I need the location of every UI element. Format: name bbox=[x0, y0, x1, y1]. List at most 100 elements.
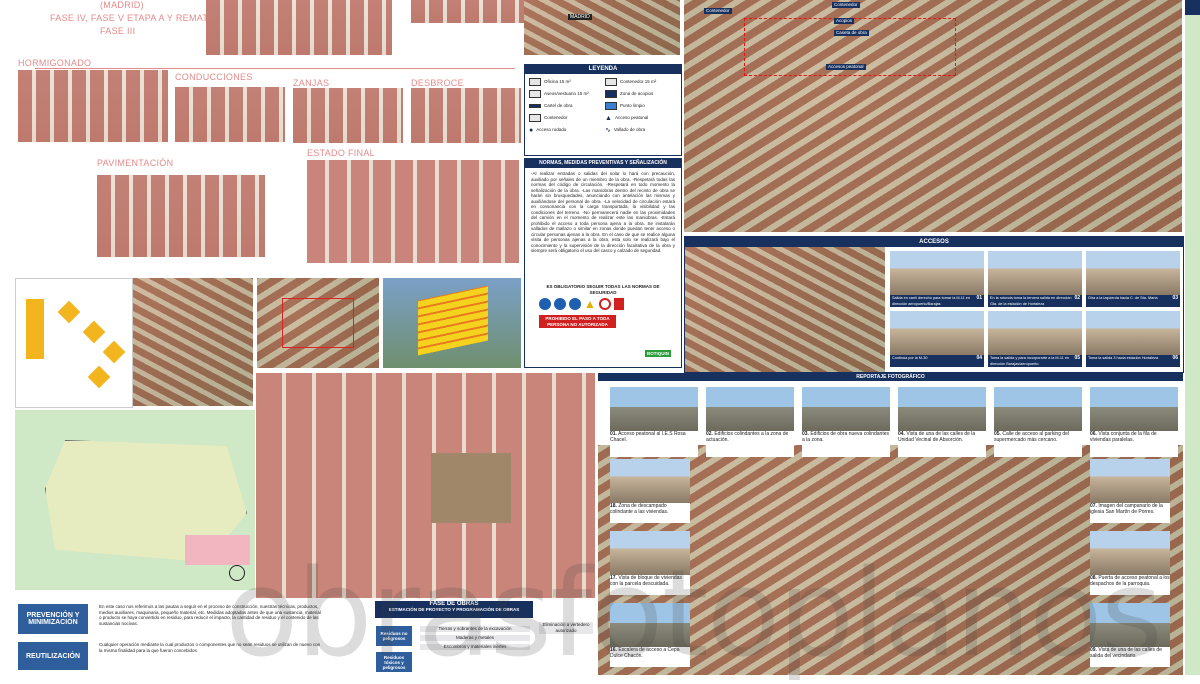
access-photo-image bbox=[890, 311, 984, 355]
normas-title: NORMAS, MEDIDAS PREVENTIVAS Y SEÑALIZACI… bbox=[525, 159, 681, 168]
storage-zone-icon bbox=[605, 90, 617, 98]
phase-image-zanjas bbox=[293, 88, 403, 143]
accesos-photo: Gira a la izquierda hacia C. de Sta. Mar… bbox=[1086, 251, 1180, 307]
legend-item: ∿ Vallado de obra bbox=[605, 127, 646, 134]
sign-icon bbox=[529, 104, 541, 108]
access-photo-caption: En la rotonda toma la tercera salida en … bbox=[988, 295, 1082, 307]
phase-zanjas-label: ZANJAS bbox=[293, 78, 330, 88]
legend-item: ● Acceso rodado bbox=[529, 126, 567, 134]
volumetric-block bbox=[418, 285, 488, 356]
photo-caption: 03. Edificios de obra nueva colindantes … bbox=[802, 431, 890, 457]
volumetric-render bbox=[383, 278, 521, 368]
reutilizacion-box: REUTILIZACIÓN bbox=[18, 642, 88, 670]
photo-card: 04. Vista de una de las calles de la Uni… bbox=[898, 387, 986, 457]
safety-sign-title: ES OBLIGATORIO SEGUIR TODAS LAS NORMAS D… bbox=[546, 284, 660, 295]
phases-panel: (MADRID) FASE IV, FASE V ETAPA A Y REMAT… bbox=[15, 0, 533, 268]
site-label-acopios: Acopios bbox=[834, 18, 855, 24]
legend-item: ▲ Acceso peatonal bbox=[605, 114, 649, 122]
location-map: MADRID bbox=[524, 0, 680, 55]
gloves-icon bbox=[569, 298, 581, 310]
access-photo-image bbox=[1086, 251, 1180, 295]
access-photo-caption: Toma la salida 3 hacia estación Hortalez… bbox=[1086, 355, 1180, 367]
phase-madrid-label: (MADRID) bbox=[100, 0, 144, 10]
accesos-title: ACCESOS bbox=[685, 237, 1183, 247]
photo-image bbox=[994, 387, 1082, 431]
accesos-panel: ACCESOS Salida en carril derecho para to… bbox=[684, 236, 1184, 373]
photo-caption: 02. Edificios colindantes a la zona de a… bbox=[706, 431, 794, 457]
phase-image-conducciones bbox=[175, 87, 285, 142]
plan-block bbox=[87, 365, 111, 389]
photo-image bbox=[610, 459, 690, 503]
plan-block bbox=[26, 299, 44, 359]
first-aid-sign: BOTIQUIN bbox=[645, 349, 671, 357]
legend-item: Punto limpio bbox=[605, 101, 677, 111]
access-photo-caption: Continúa por la M-30 04 bbox=[890, 355, 984, 367]
legend-item: Contenedor 15 m² bbox=[605, 77, 677, 87]
plan-block bbox=[82, 320, 106, 344]
accesos-photo: En la rotonda toma la tercera salida en … bbox=[988, 251, 1082, 307]
photo-caption: 07. Imagen del campanario de la iglesia … bbox=[1090, 503, 1170, 523]
dumpster-icon bbox=[529, 114, 541, 122]
clean-point-icon bbox=[605, 102, 617, 110]
warning-icon: ▲ bbox=[584, 297, 596, 311]
photo-image bbox=[610, 387, 698, 431]
phase-estado-final-label: ESTADO FINAL bbox=[307, 148, 375, 158]
photo-image bbox=[898, 387, 986, 431]
access-photo-caption: Salida en carril derecho para tomar la M… bbox=[890, 295, 984, 307]
pedestrian-access-icon: ▲ bbox=[605, 114, 612, 122]
boots-icon bbox=[554, 298, 566, 310]
site-label-container-2: Contenedor bbox=[832, 2, 860, 8]
phase-image-top-right bbox=[411, 0, 533, 23]
safety-signs: ▲ bbox=[525, 295, 681, 313]
photo-image bbox=[1090, 387, 1178, 431]
access-photo-image bbox=[890, 251, 984, 295]
reportaje-title: REPORTAJE FOTOGRÁFICO bbox=[598, 373, 1183, 381]
fire-extinguisher-icon bbox=[613, 298, 624, 310]
right-edge-panel bbox=[1185, 0, 1200, 15]
prohibited-sign: PROHIBIDO EL PASO A TODA PERSONA NO AUTO… bbox=[539, 315, 616, 328]
toilet-icon bbox=[529, 90, 541, 98]
legend-panel: LEYENDA Oficina 15 m² Contenedor 15 m² A… bbox=[524, 64, 682, 156]
legend-item: Zona de acopios bbox=[605, 89, 677, 99]
legend-item: Oficina 15 m² bbox=[529, 77, 601, 87]
photo-caption: 18. Zona de descampado colindante a las … bbox=[610, 503, 690, 523]
container-icon bbox=[605, 78, 617, 86]
phase-image-estado-final bbox=[307, 160, 519, 263]
photo-card: 07. Imagen del campanario de la iglesia … bbox=[1090, 459, 1170, 523]
phase-image-top-center bbox=[206, 0, 392, 55]
legend-item: Contenedor bbox=[529, 113, 601, 123]
plan-block bbox=[57, 300, 81, 324]
photo-image bbox=[706, 387, 794, 431]
aerial-view-2 bbox=[257, 278, 379, 368]
site-label-accesos: Accesos peatonal bbox=[826, 64, 866, 70]
access-photo-image bbox=[988, 251, 1082, 295]
access-photo-caption: Toma la salida y para incorporarte a la … bbox=[988, 355, 1082, 367]
plan-block bbox=[102, 340, 126, 364]
site-outline bbox=[282, 298, 354, 348]
photo-caption: 01. Acceso peatonal al I.E.S Rosa Chacel… bbox=[610, 431, 698, 457]
accesos-route-map bbox=[685, 247, 885, 372]
photo-card: 01. Acceso peatonal al I.E.S Rosa Chacel… bbox=[610, 387, 698, 457]
fence-icon: ∿ bbox=[605, 127, 611, 134]
photo-card: 03. Edificios de obra nueva colindantes … bbox=[802, 387, 890, 457]
vehicle-access-icon: ● bbox=[529, 126, 534, 134]
legend-item: Aseos/vestuario 15 m² bbox=[529, 89, 601, 99]
legend-title: LEYENDA bbox=[525, 65, 681, 74]
access-photo-image bbox=[1086, 311, 1180, 355]
site-label-container: Contenedor bbox=[704, 8, 732, 14]
phase-image-desbroce bbox=[411, 88, 521, 143]
phase-image-hormigonado bbox=[18, 70, 168, 142]
legend-item: Cartel de obra bbox=[529, 101, 601, 111]
photo-caption: 04. Vista de una de las calles de la Uni… bbox=[898, 431, 986, 457]
central-plaza bbox=[431, 453, 511, 523]
accesos-photo: Salida en carril derecho para tomar la M… bbox=[890, 251, 984, 307]
photo-image bbox=[802, 387, 890, 431]
photo-card: 02. Edificios colindantes a la zona de a… bbox=[706, 387, 794, 457]
phase-hormigonado-label: HORMIGONADO bbox=[18, 58, 92, 68]
phase-pavimentacion-label: PAVIMENTACIÓN bbox=[97, 158, 174, 168]
floor-plan bbox=[15, 278, 133, 408]
office-icon bbox=[529, 78, 541, 86]
accesos-photos: Salida en carril derecho para tomar la M… bbox=[890, 251, 1180, 367]
legend-grid: Oficina 15 m² Contenedor 15 m² Aseos/ves… bbox=[525, 74, 681, 138]
no-entry-icon bbox=[598, 298, 611, 310]
